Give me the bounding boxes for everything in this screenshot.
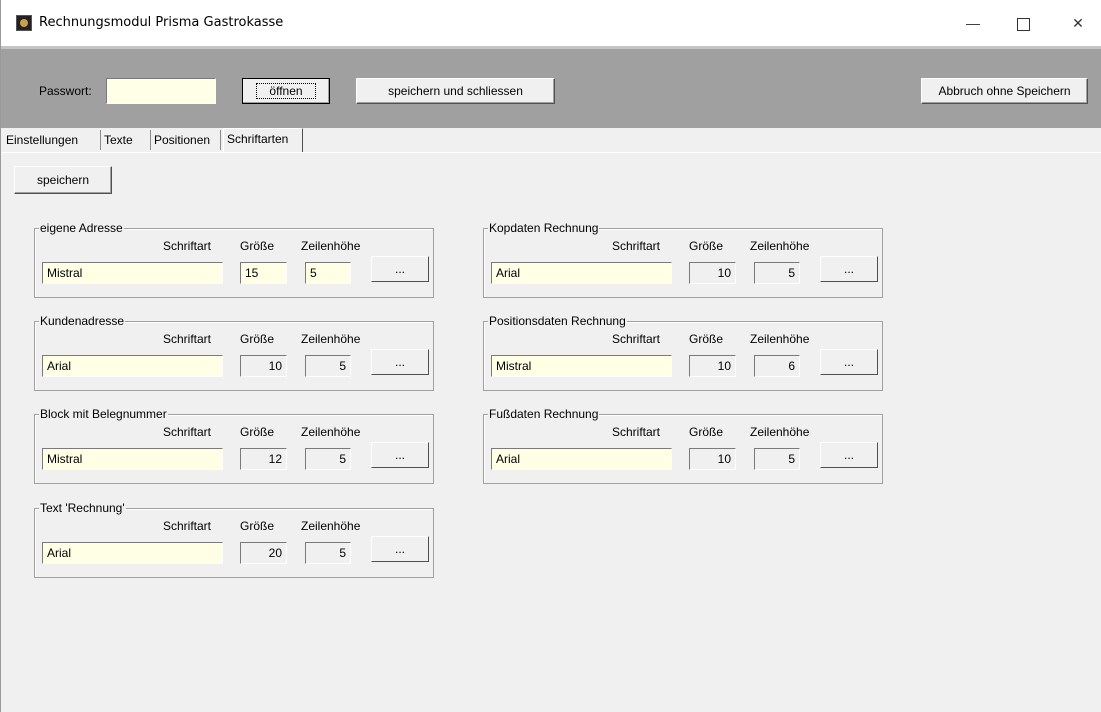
password-input[interactable] <box>106 78 216 104</box>
line-height-field[interactable]: 5 <box>305 355 351 377</box>
line-height-label: Zeilenhöhe <box>301 239 361 253</box>
font-label: Schriftart <box>612 239 661 253</box>
font-group-positionsdaten: Positionsdaten Rechnung Schriftart Größe… <box>483 314 883 391</box>
line-height-field[interactable]: 5 <box>754 448 800 470</box>
size-field[interactable]: 10 <box>240 355 287 377</box>
open-button[interactable]: öffnen <box>242 78 330 104</box>
title-bar[interactable]: Rechnungsmodul Prisma Gastrokasse — ✕ <box>1 0 1101 46</box>
size-field[interactable]: 10 <box>689 262 736 284</box>
group-title: Kundenadresse <box>39 314 126 328</box>
line-height-field[interactable]: 6 <box>754 355 800 377</box>
close-button[interactable]: ✕ <box>1056 0 1100 46</box>
maximize-button[interactable] <box>1001 0 1045 46</box>
browse-font-button[interactable]: ... <box>371 536 429 562</box>
font-field[interactable]: Arial <box>491 262 672 284</box>
size-label: Größe <box>240 332 275 346</box>
font-field[interactable]: Mistral <box>491 355 672 377</box>
font-field[interactable]: Arial <box>42 542 223 564</box>
group-title: Fußdaten Rechnung <box>488 407 600 421</box>
save-button[interactable]: speichern <box>14 166 112 194</box>
group-title: Positionsdaten Rechnung <box>488 314 627 328</box>
browse-font-button[interactable]: ... <box>820 349 878 375</box>
open-button-label: öffnen <box>256 83 316 99</box>
app-icon <box>16 15 32 31</box>
font-field[interactable]: Mistral <box>42 262 223 284</box>
font-group-kundenadresse: Kundenadresse Schriftart Größe Zeilenhöh… <box>34 314 434 391</box>
font-group-text-rechnung: Text 'Rechnung' Schriftart Größe Zeilenh… <box>34 501 434 578</box>
tab-schriftarten[interactable]: Schriftarten <box>223 128 303 152</box>
tab-texte[interactable]: Texte <box>101 130 151 150</box>
font-group-fussdaten: Fußdaten Rechnung Schriftart Größe Zeile… <box>483 407 883 484</box>
font-label: Schriftart <box>163 332 212 346</box>
application-window: Rechnungsmodul Prisma Gastrokasse — ✕ Pa… <box>0 0 1101 712</box>
size-field[interactable]: 12 <box>240 448 287 470</box>
line-height-label: Zeilenhöhe <box>750 425 810 439</box>
abort-without-saving-button[interactable]: Abbruch ohne Speichern <box>921 78 1088 104</box>
font-group-eigene-adresse: eigene Adresse Schriftart Größe Zeilenhö… <box>34 221 434 298</box>
size-label: Größe <box>689 239 724 253</box>
save-and-close-button[interactable]: speichern und schliessen <box>356 78 555 104</box>
window-title: Rechnungsmodul Prisma Gastrokasse <box>39 15 284 30</box>
line-height-field[interactable]: 5 <box>305 262 351 284</box>
font-label: Schriftart <box>612 332 661 346</box>
size-label: Größe <box>240 519 275 533</box>
size-label: Größe <box>240 239 275 253</box>
browse-font-button[interactable]: ... <box>371 442 429 468</box>
browse-font-button[interactable]: ... <box>820 442 878 468</box>
font-group-belegnummer: Block mit Belegnummer Schriftart Größe Z… <box>34 407 434 484</box>
size-field[interactable]: 10 <box>689 355 736 377</box>
size-label: Größe <box>240 425 275 439</box>
size-field[interactable]: 20 <box>240 542 287 564</box>
browse-font-button[interactable]: ... <box>371 349 429 375</box>
font-field[interactable]: Arial <box>42 355 223 377</box>
font-field[interactable]: Arial <box>491 448 672 470</box>
tab-positionen[interactable]: Positionen <box>151 130 221 150</box>
group-title: Block mit Belegnummer <box>39 407 168 421</box>
font-field[interactable]: Mistral <box>42 448 223 470</box>
line-height-field[interactable]: 5 <box>305 448 351 470</box>
font-label: Schriftart <box>612 425 661 439</box>
line-height-field[interactable]: 5 <box>305 542 351 564</box>
font-group-kopfdaten: Kopdaten Rechnung Schriftart Größe Zeile… <box>483 221 883 298</box>
line-height-label: Zeilenhöhe <box>301 425 361 439</box>
size-field[interactable]: 10 <box>689 448 736 470</box>
font-label: Schriftart <box>163 239 212 253</box>
line-height-field[interactable]: 5 <box>754 262 800 284</box>
browse-font-button[interactable]: ... <box>820 256 878 282</box>
line-height-label: Zeilenhöhe <box>301 332 361 346</box>
group-title: Text 'Rechnung' <box>39 501 126 515</box>
group-title: eigene Adresse <box>39 221 124 235</box>
header-panel: Passwort: öffnen speichern und schliesse… <box>1 46 1101 128</box>
line-height-label: Zeilenhöhe <box>301 519 361 533</box>
password-label: Passwort: <box>39 84 92 98</box>
maximize-icon <box>1016 17 1030 31</box>
font-label: Schriftart <box>163 519 212 533</box>
minimize-button[interactable]: — <box>951 0 995 46</box>
line-height-label: Zeilenhöhe <box>750 239 810 253</box>
font-label: Schriftart <box>163 425 212 439</box>
group-title: Kopdaten Rechnung <box>488 221 600 235</box>
size-field[interactable]: 15 <box>240 262 287 284</box>
browse-font-button[interactable]: ... <box>371 256 429 282</box>
line-height-label: Zeilenhöhe <box>750 332 810 346</box>
tab-einstellungen[interactable]: Einstellungen <box>3 130 101 150</box>
size-label: Größe <box>689 425 724 439</box>
tab-bar: Einstellungen Texte Positionen Schriftar… <box>1 128 1101 153</box>
size-label: Größe <box>689 332 724 346</box>
